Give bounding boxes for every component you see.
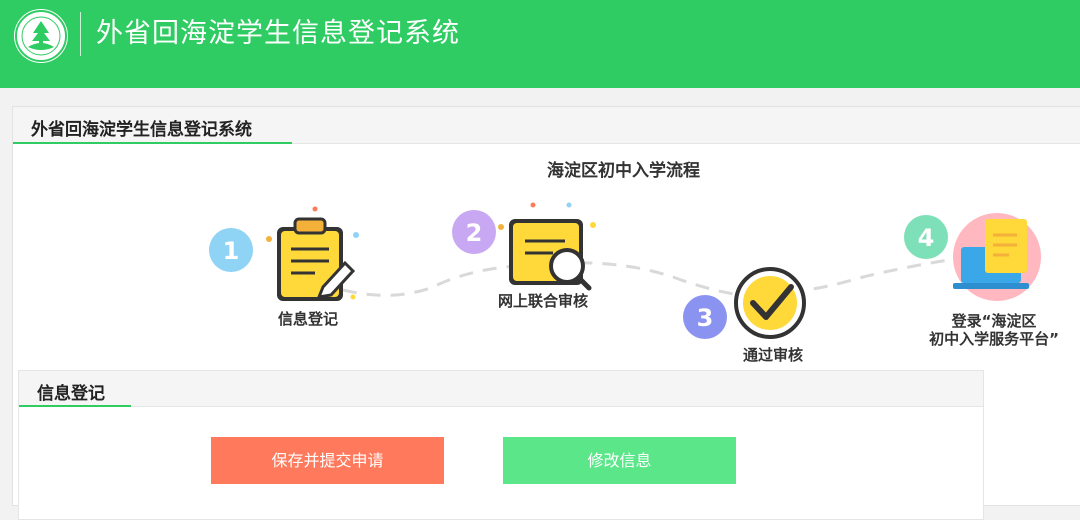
svg-text:3: 3 (697, 304, 714, 332)
document-search-icon (498, 202, 596, 291)
step-1-label: 信息登记 (277, 310, 338, 328)
step-4-label-line1: 登录“海淀区 (951, 312, 1037, 330)
step-3-label: 通过审核 (742, 346, 803, 364)
step-1-number-badge: 1 (209, 228, 253, 272)
subpanel-header: 信息登记 (19, 371, 983, 407)
checkmark-circle-icon (734, 267, 806, 339)
step-4-number-badge: 4 (904, 215, 948, 259)
edit-info-button[interactable]: 修改信息 (503, 437, 736, 484)
step-4-label: 登录“海淀区 初中入学服务平台” (911, 312, 1077, 348)
flow-dashed-path (342, 255, 969, 299)
header-divider (80, 12, 81, 56)
app-header: 外省回海淀学生信息登记系统 (0, 0, 1080, 88)
svg-text:1: 1 (223, 237, 240, 265)
svg-text:2: 2 (466, 219, 483, 247)
main-panel: 外省回海淀学生信息登记系统 海淀区初中入学流程 1 2 3 4 信息登记 网上联… (12, 106, 1080, 520)
laptop-portal-icon (953, 213, 1041, 301)
save-and-submit-button[interactable]: 保存并提交申请 (211, 437, 444, 484)
svg-text:4: 4 (918, 224, 935, 252)
step-3-number-badge: 3 (683, 295, 727, 339)
step-2-label: 网上联合审核 (497, 292, 588, 310)
app-title: 外省回海淀学生信息登记系统 (96, 18, 460, 49)
info-registration-panel: 信息登记 保存并提交申请 修改信息 (18, 370, 984, 520)
school-logo-icon (14, 9, 68, 63)
clipboard-icon (266, 206, 359, 301)
subpanel-title: 信息登记 (37, 384, 105, 404)
subpanel-title-underline (19, 405, 131, 407)
step-2-number-badge: 2 (452, 210, 496, 254)
step-4-label-line2: 初中入学服务平台” (929, 330, 1059, 348)
